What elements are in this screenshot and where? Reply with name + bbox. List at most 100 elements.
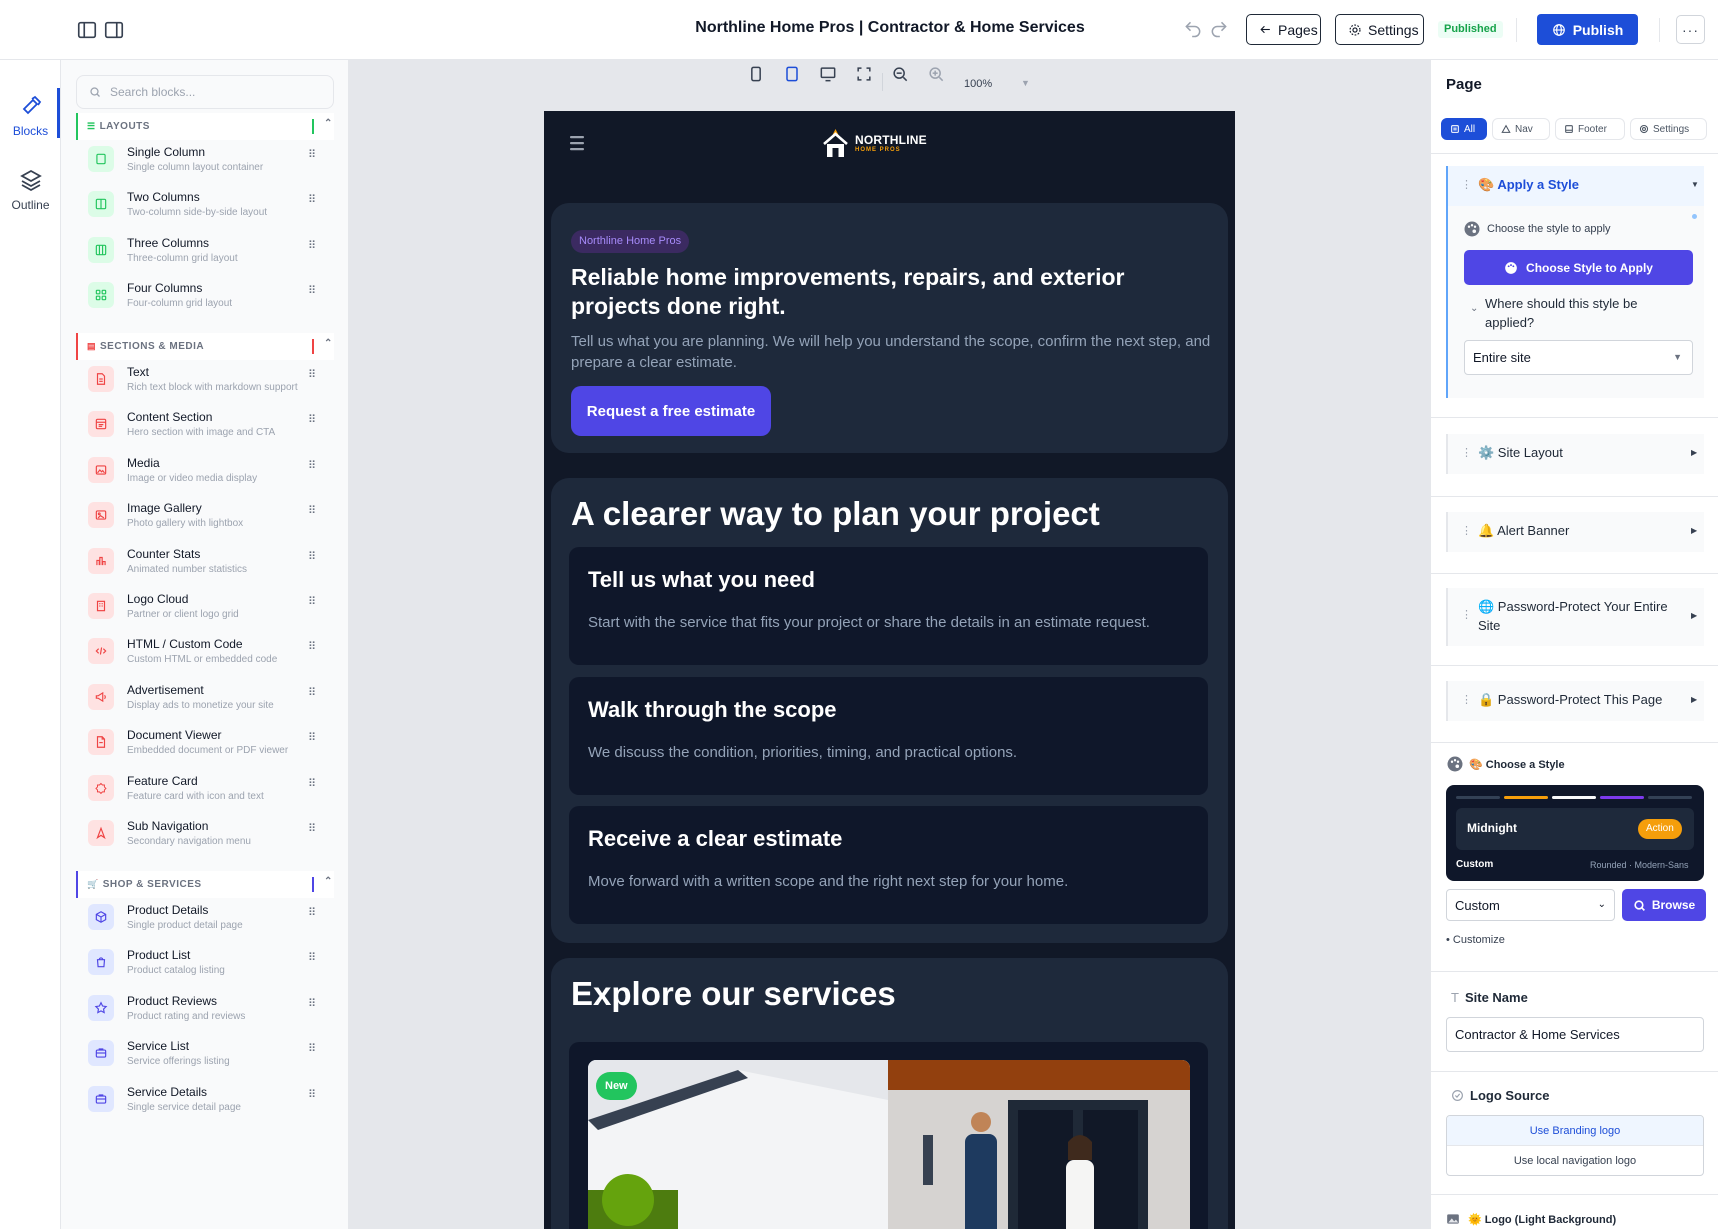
block-item[interactable]: Feature Card Feature card with icon and t… xyxy=(76,768,334,816)
customize-link[interactable]: • Customize xyxy=(1446,934,1505,946)
block-description: Embedded document or PDF viewer xyxy=(127,745,289,757)
drag-handle-icon[interactable]: ⋮ xyxy=(1461,608,1472,621)
block-item[interactable]: Image Gallery Photo gallery with lightbox… xyxy=(76,495,334,543)
menu-icon[interactable] xyxy=(570,135,588,151)
choose-style-button[interactable]: Choose Style to Apply xyxy=(1464,250,1693,285)
drag-handle-icon[interactable]: ⠿ xyxy=(308,1042,316,1055)
request-estimate-button[interactable]: Request a free estimate xyxy=(571,386,771,436)
drag-handle-icon[interactable]: ⠿ xyxy=(308,822,316,835)
fullscreen-icon[interactable] xyxy=(854,64,874,84)
chevron-right-icon[interactable]: ▶ xyxy=(1691,526,1697,535)
tab-settings[interactable]: Settings xyxy=(1630,118,1707,140)
settings-button[interactable]: Settings xyxy=(1335,14,1424,45)
section-header[interactable]: ☰ LAYOUTS ⌃ xyxy=(76,113,334,140)
block-item[interactable]: Document Viewer Embedded document or PDF … xyxy=(76,722,334,770)
block-item[interactable]: Service List Service offerings listing ⠿ xyxy=(76,1033,334,1081)
block-item[interactable]: Two Columns Two-column side-by-side layou… xyxy=(76,184,334,232)
block-item[interactable]: Advertisement Display ads to monetize you… xyxy=(76,677,334,725)
block-item[interactable]: Product Reviews Product rating and review… xyxy=(76,988,334,1036)
style-preview-card[interactable]: Midnight Action Custom Rounded · Modern-… xyxy=(1446,785,1704,881)
drag-handle-icon[interactable]: ⠿ xyxy=(308,595,316,608)
drag-handle-icon[interactable]: ⠿ xyxy=(308,148,316,161)
section-header[interactable]: ▤ SECTIONS & MEDIA ⌃ xyxy=(76,333,334,360)
password-page-section[interactable]: ⋮ 🔒 Password-Protect This Page ▶ xyxy=(1446,681,1704,721)
chevron-up-icon[interactable]: ⌃ xyxy=(324,338,333,349)
block-item[interactable]: Three Columns Three-column grid layout ⠿ xyxy=(76,230,334,278)
chevron-right-icon[interactable]: ▶ xyxy=(1691,448,1697,457)
drag-handle-icon[interactable]: ⠿ xyxy=(308,906,316,919)
tab-footer[interactable]: Footer xyxy=(1555,118,1625,140)
undo-icon[interactable] xyxy=(1183,19,1203,39)
block-item[interactable]: Service Details Single service detail pag… xyxy=(76,1079,334,1127)
zoom-select[interactable]: 100% xyxy=(964,78,992,90)
style-select[interactable]: Custom ⌄ xyxy=(1446,889,1615,921)
browse-button[interactable]: Browse xyxy=(1622,889,1706,921)
tab-nav[interactable]: Nav xyxy=(1492,118,1550,140)
desktop-view-icon[interactable] xyxy=(818,64,838,84)
chevron-down-icon[interactable]: ⌄ xyxy=(1470,303,1478,314)
apply-style-header[interactable]: ⋮ 🎨 Apply a Style ▼ xyxy=(1448,166,1704,206)
redo-icon[interactable] xyxy=(1209,19,1229,39)
site-name-input[interactable]: Contractor & Home Services xyxy=(1446,1017,1704,1052)
drag-handle-icon[interactable]: ⠿ xyxy=(308,1088,316,1101)
block-item[interactable]: Media Image or video media display ⠿ xyxy=(76,450,334,498)
drag-handle-icon[interactable]: ⠿ xyxy=(308,997,316,1010)
drag-handle-icon[interactable]: ⋮ xyxy=(1461,524,1472,537)
block-item[interactable]: HTML / Custom Code Custom HTML or embedde… xyxy=(76,631,334,679)
drag-handle-icon[interactable]: ⠿ xyxy=(308,193,316,206)
drag-handle-icon[interactable]: ⠿ xyxy=(308,284,316,297)
site-logo[interactable]: NORTHLINE HOME PROS xyxy=(822,127,927,159)
mobile-view-icon[interactable] xyxy=(746,64,766,84)
block-item[interactable]: Text Rich text block with markdown suppor… xyxy=(76,359,334,407)
block-item[interactable]: Logo Cloud Partner or client logo grid ⠿ xyxy=(76,586,334,634)
tablet-view-icon[interactable] xyxy=(782,64,802,84)
drag-handle-icon[interactable]: ⋮ xyxy=(1461,693,1472,706)
block-item[interactable]: Content Section Hero section with image a… xyxy=(76,404,334,452)
drag-handle-icon[interactable]: ⋮ xyxy=(1461,446,1472,459)
tab-all[interactable]: All xyxy=(1441,118,1487,140)
chevron-up-icon[interactable]: ⌃ xyxy=(324,118,333,129)
search-input[interactable]: Search blocks... xyxy=(76,75,334,109)
zoom-out-icon[interactable] xyxy=(890,64,910,84)
drag-handle-icon[interactable]: ⋮ xyxy=(1461,178,1472,191)
service-card[interactable]: New xyxy=(569,1042,1208,1229)
block-item[interactable]: Product List Product catalog listing ⠿ xyxy=(76,942,334,990)
password-site-section[interactable]: ⋮ 🌐 Password-Protect Your Entire Site ▶ xyxy=(1446,588,1704,646)
section-header[interactable]: 🛒 SHOP & SERVICES ⌃ xyxy=(76,871,334,898)
chevron-right-icon[interactable]: ▶ xyxy=(1691,611,1697,620)
drag-handle-icon[interactable]: ⠿ xyxy=(308,731,316,744)
services-card[interactable]: Explore our services New xyxy=(551,958,1228,1229)
drag-handle-icon[interactable]: ⠿ xyxy=(308,368,316,381)
drag-handle-icon[interactable]: ⠿ xyxy=(308,459,316,472)
site-layout-section[interactable]: ⋮ ⚙️ Site Layout ▶ xyxy=(1446,434,1704,474)
block-item[interactable]: Product Details Single product detail pag… xyxy=(76,897,334,945)
chevron-down-icon[interactable]: ▼ xyxy=(1021,78,1030,88)
option-local-logo[interactable]: Use local navigation logo xyxy=(1447,1146,1703,1175)
chevron-right-icon[interactable]: ▶ xyxy=(1691,695,1697,704)
publish-button[interactable]: Publish xyxy=(1537,14,1638,45)
drag-handle-icon[interactable]: ⠿ xyxy=(308,504,316,517)
zoom-in-icon[interactable] xyxy=(926,64,946,84)
alert-banner-section[interactable]: ⋮ 🔔 Alert Banner ▶ xyxy=(1446,512,1704,552)
more-button[interactable]: ··· xyxy=(1676,15,1705,44)
pages-button[interactable]: Pages xyxy=(1246,14,1321,45)
drag-handle-icon[interactable]: ⠿ xyxy=(308,413,316,426)
option-branding-logo[interactable]: Use Branding logo xyxy=(1447,1116,1703,1146)
chevron-down-icon[interactable]: ▼ xyxy=(1691,180,1699,189)
block-item[interactable]: Counter Stats Animated number statistics ⠿ xyxy=(76,541,334,589)
drag-handle-icon[interactable]: ⠿ xyxy=(308,686,316,699)
drag-handle-icon[interactable]: ⠿ xyxy=(308,777,316,790)
block-item[interactable]: Sub Navigation Secondary navigation menu ⠿ xyxy=(76,813,334,861)
hero-card[interactable]: Northline Home Pros Reliable home improv… xyxy=(551,203,1228,453)
scope-select[interactable]: Entire site ▼ xyxy=(1464,340,1693,375)
drag-handle-icon[interactable]: ⠿ xyxy=(308,550,316,563)
rail-outline[interactable]: Outline xyxy=(0,168,61,212)
drag-handle-icon[interactable]: ⠿ xyxy=(308,640,316,653)
drag-handle-icon[interactable]: ⠿ xyxy=(308,239,316,252)
block-item[interactable]: Single Column Single column layout contai… xyxy=(76,139,334,187)
rail-blocks[interactable]: Blocks xyxy=(0,94,61,138)
steps-card[interactable]: A clearer way to plan your project Tell … xyxy=(551,478,1228,943)
drag-handle-icon[interactable]: ⠿ xyxy=(308,951,316,964)
block-item[interactable]: Four Columns Four-column grid layout ⠿ xyxy=(76,275,334,323)
chevron-up-icon[interactable]: ⌃ xyxy=(324,876,333,887)
